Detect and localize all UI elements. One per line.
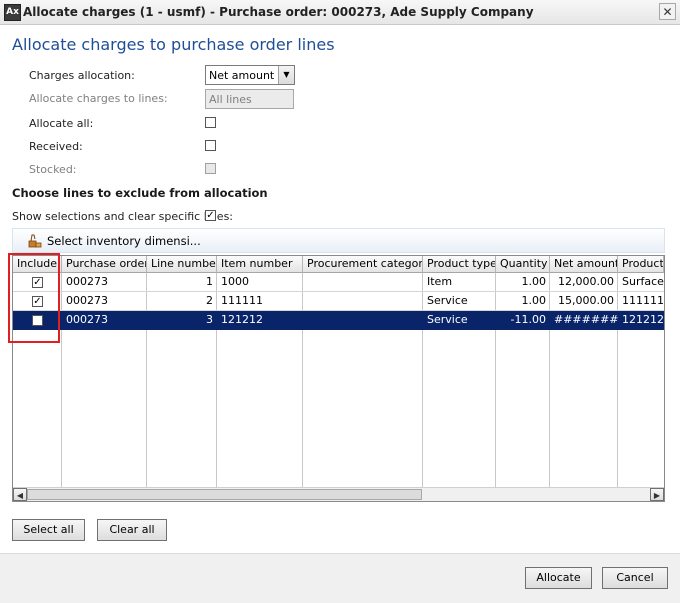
window-title: Allocate charges (1 - usmf) - Purchase o… — [23, 5, 534, 19]
quantity-cell: 1.00 — [521, 275, 547, 288]
grid-toolbar: Select inventory dimensi... — [12, 228, 665, 253]
product-type-cell: Service — [427, 313, 468, 326]
dialog-footer: Allocate Cancel — [0, 553, 680, 603]
item-number-cell: 1000 — [221, 275, 249, 288]
column-header-purchase-order[interactable]: Purchase order — [62, 256, 147, 273]
purchase-order-cell: 000273 — [66, 313, 108, 326]
exclude-section-title: Choose lines to exclude from allocation — [12, 186, 268, 200]
clear-all-button[interactable]: Clear all — [97, 519, 167, 541]
select-inventory-dimensions-button[interactable]: Select inventory dimensi... — [47, 234, 201, 248]
close-icon[interactable]: ✕ — [659, 3, 676, 20]
allocate-button[interactable]: Allocate — [525, 567, 592, 589]
scrollbar-thumb[interactable] — [27, 489, 422, 500]
show-selections-label: Show selections and clear specific lines… — [12, 210, 234, 223]
dropdown-arrow-icon[interactable]: ▼ — [278, 66, 294, 84]
line-number-cell: 1 — [206, 275, 213, 288]
received-label: Received: — [29, 140, 83, 153]
table-row[interactable]: ✓ 000273 1 1000 Item 1.00 12,000.00 Surf… — [13, 273, 664, 292]
quantity-cell: -11.00 — [510, 313, 546, 326]
item-number-cell: 111111 — [221, 294, 263, 307]
inventory-dimensions-icon — [28, 234, 42, 248]
product-name-cell: 121212 — [622, 313, 664, 326]
procurement-category-cell — [303, 273, 423, 291]
column-header-procurement-category[interactable]: Procurement category — [303, 256, 423, 273]
include-column-highlight — [8, 253, 60, 343]
show-selections-checkbox[interactable]: ✓ — [205, 210, 216, 221]
line-number-cell: 3 — [206, 313, 213, 326]
table-row[interactable]: ✓ 000273 2 111111 Service 1.00 15,000.00… — [13, 292, 664, 311]
product-type-cell: Item — [427, 275, 453, 288]
stocked-checkbox — [205, 163, 216, 174]
net-amount-cell: 15,000.00 — [558, 294, 614, 307]
order-lines-grid: Include Purchase order Line number Item … — [12, 255, 665, 502]
allocate-all-label: Allocate all: — [29, 117, 94, 130]
scroll-right-icon[interactable]: ▶ — [650, 488, 664, 501]
product-name-cell: Surface l — [622, 275, 664, 288]
app-icon: Ax — [4, 4, 21, 21]
quantity-cell: 1.00 — [521, 294, 547, 307]
purchase-order-cell: 000273 — [66, 294, 108, 307]
title-bar: Ax Allocate charges (1 - usmf) - Purchas… — [0, 0, 680, 25]
charges-allocation-label: Charges allocation: — [29, 69, 135, 82]
allocate-all-checkbox[interactable] — [205, 117, 216, 128]
column-header-product-name[interactable]: Product n — [618, 256, 664, 273]
column-header-item-number[interactable]: Item number — [217, 256, 303, 273]
line-number-cell: 2 — [206, 294, 213, 307]
item-number-cell: 121212 — [221, 313, 263, 326]
scroll-left-icon[interactable]: ◀ — [13, 488, 27, 501]
cancel-button[interactable]: Cancel — [602, 567, 668, 589]
column-header-line-number[interactable]: Line number — [147, 256, 217, 273]
column-header-net-amount[interactable]: Net amount — [550, 256, 618, 273]
purchase-order-cell: 000273 — [66, 275, 108, 288]
procurement-category-cell — [303, 292, 423, 310]
select-all-button[interactable]: Select all — [12, 519, 85, 541]
product-type-cell: Service — [427, 294, 468, 307]
horizontal-scrollbar[interactable]: ◀ ▶ — [13, 487, 664, 501]
allocate-to-lines-field: All lines — [205, 89, 294, 109]
procurement-category-cell — [303, 311, 423, 329]
column-header-product-type[interactable]: Product type — [423, 256, 496, 273]
allocate-to-lines-label: Allocate charges to lines: — [29, 92, 168, 105]
column-header-quantity[interactable]: Quantity — [496, 256, 550, 273]
product-name-cell: 111111 — [622, 294, 664, 307]
net-amount-cell: 12,000.00 — [558, 275, 614, 288]
table-row-selected[interactable]: 000273 3 121212 Service -11.00 ####### 1… — [13, 311, 664, 330]
page-heading: Allocate charges to purchase order lines — [12, 35, 335, 54]
charges-allocation-value: Net amount — [209, 69, 275, 82]
charges-allocation-select[interactable]: Net amount ▼ — [205, 65, 295, 85]
stocked-label: Stocked: — [29, 163, 77, 176]
received-checkbox[interactable] — [205, 140, 216, 151]
net-amount-cell: ####### — [554, 313, 618, 326]
